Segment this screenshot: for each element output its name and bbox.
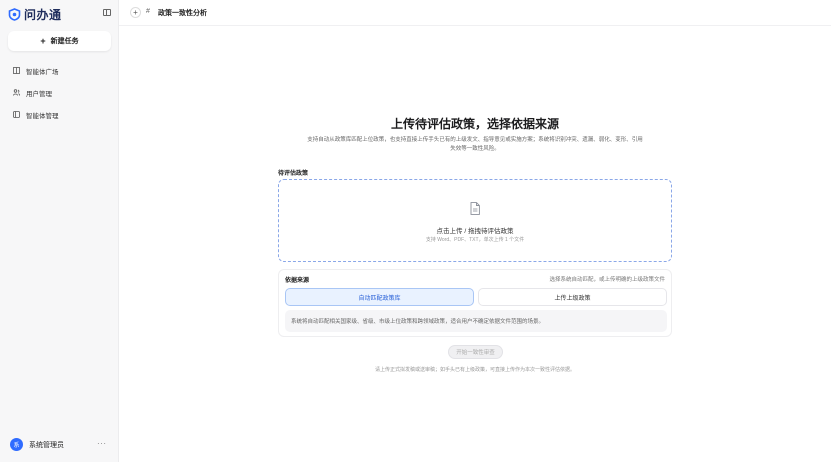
sidebar-collapse-icon[interactable] <box>103 9 111 16</box>
bot-icon <box>13 111 20 118</box>
shield-logo-icon <box>8 8 21 21</box>
sidebar-item-label: 智能体广场 <box>26 68 59 76</box>
footer-tip: 请上传正式拟发稿或送审稿；如手头已有上级政策，可直接上传作为本次一致性评估依据。 <box>374 367 575 373</box>
users-icon <box>13 89 20 96</box>
tab-title[interactable]: 政策一致性分析 <box>158 8 207 18</box>
basis-title: 依据来源 <box>285 278 310 284</box>
avatar: 系 <box>10 438 23 451</box>
brand[interactable]: 问办通 <box>8 6 62 23</box>
upload-parent-policy-option[interactable]: 上传上级政策 <box>478 288 667 306</box>
page-description: 支持自动从政策库匹配上位政策，也支持直接上传手头已有的上级发文、指导意见或实施方… <box>307 137 643 152</box>
basis-info: 系统将自动匹配相关国家级、省级、市级上位政策和跨领域政策，适合用户不确定依据文件… <box>285 310 667 332</box>
sidebar-item-user-management[interactable]: 用户管理 <box>13 87 59 98</box>
new-task-label: 新建任务 <box>50 38 79 45</box>
grid-icon <box>13 67 20 74</box>
new-task-button[interactable]: + 新建任务 <box>8 31 111 51</box>
start-review-button[interactable]: 开始一致性审查 <box>448 345 503 359</box>
dropzone-title: 点击上传 / 拖拽待评估政策 <box>436 228 514 235</box>
auto-match-option[interactable]: 自动匹配政策库 <box>285 288 474 306</box>
page-title: 上传待评估政策，选择依据来源 <box>390 117 559 131</box>
dropzone-hint: 支持 Word、PDF、TXT，单次上传 1 个文件 <box>425 237 525 243</box>
user-name: 系统管理员 <box>29 441 64 449</box>
sidebar-item-agent-square[interactable]: 智能体广场 <box>13 65 59 76</box>
sidebar-nav: 智能体广场 用户管理 智能体管理 <box>13 65 59 131</box>
sidebar-item-label: 用户管理 <box>26 90 52 98</box>
top-bar: + # 政策一致性分析 <box>119 0 831 26</box>
basis-source-panel: 依据来源 选择系统自动匹配，或上传明确的上级政策文件 自动匹配政策库 上传上级政… <box>278 269 672 337</box>
app-name: 问办通 <box>24 8 62 22</box>
sidebar: 问办通 + 新建任务 智能体广场 用户管理 智能体管理 系 系统管理员 ··· <box>0 0 119 462</box>
basis-note: 选择系统自动匹配，或上传明确的上级政策文件 <box>549 277 665 283</box>
more-options-icon[interactable]: ··· <box>97 439 107 448</box>
add-tab-button[interactable]: + <box>130 7 141 18</box>
hash-icon: # <box>146 8 150 15</box>
user-profile[interactable]: 系 系统管理员 <box>10 438 64 451</box>
plus-icon: + <box>40 35 46 46</box>
upload-section-label: 待评估政策 <box>278 171 309 177</box>
document-icon <box>470 202 480 215</box>
main-content: 上传待评估政策，选择依据来源 支持自动从政策库匹配上位政策，也支持直接上传手头已… <box>119 26 831 462</box>
sidebar-item-agent-management[interactable]: 智能体管理 <box>13 109 59 120</box>
upload-dropzone[interactable]: 点击上传 / 拖拽待评估政策 支持 Word、PDF、TXT，单次上传 1 个文… <box>278 179 672 262</box>
sidebar-item-label: 智能体管理 <box>26 112 59 120</box>
